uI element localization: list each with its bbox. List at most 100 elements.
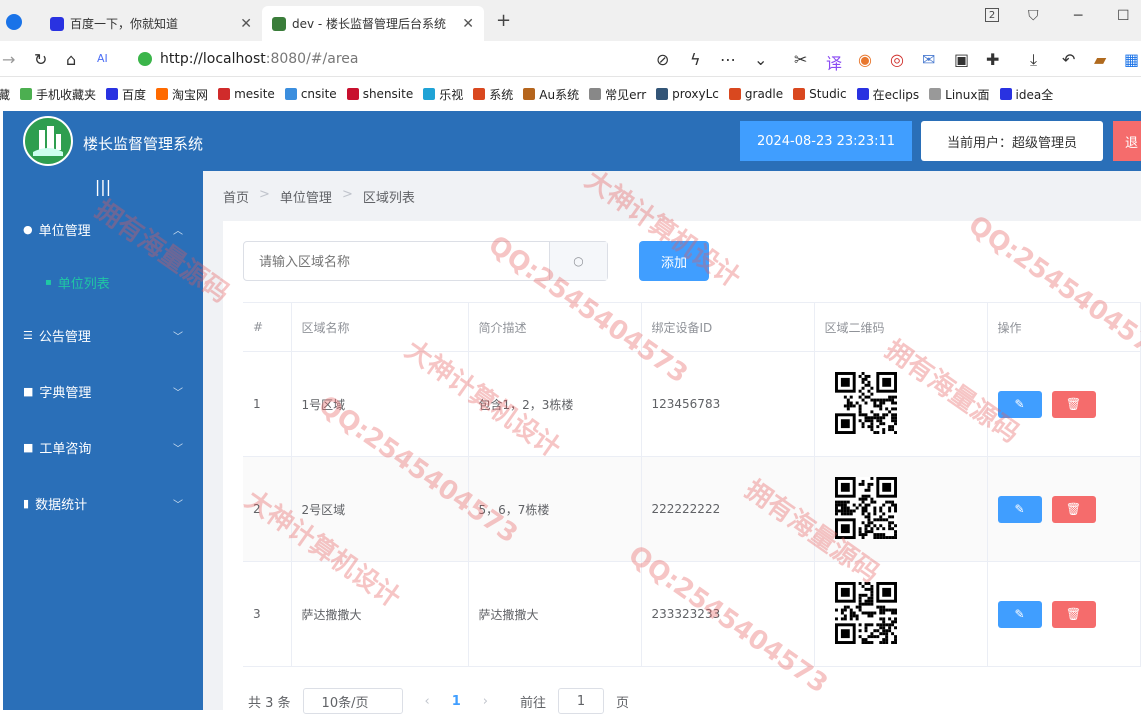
bookmark[interactable]: 淘宝网 [156,86,208,103]
weibo-icon[interactable]: ◎ [890,50,904,69]
bookmark[interactable]: idea全 [999,86,1053,103]
sidebar-subitem-unit-list[interactable]: ▪ 单位列表 [3,257,203,307]
sidebar-item-unit[interactable]: ● 单位管理 ︿ [3,201,203,257]
undo-icon[interactable]: ↶ [1062,50,1075,69]
bookmark[interactable]: 常见err [589,86,646,103]
page-size-select[interactable]: 10条/页 [302,688,403,714]
game-icon[interactable]: ◉ [858,50,872,69]
edit-icon: ✎ [1014,397,1025,411]
home-icon[interactable]: ⌂ [66,50,76,69]
sidebar-item-label: 公告管理 [38,329,91,345]
edit-button[interactable]: ✎ [997,390,1042,418]
current-page[interactable]: 1 [452,694,461,709]
close-icon[interactable]: ✕ [462,16,474,32]
delete-button[interactable]: 🗑 [1051,495,1096,523]
sidebar-subitem-label: 单位列表 [57,276,110,292]
tab-baidu[interactable]: 百度一下，你就知道 ✕ [40,6,262,41]
tab-count-badge[interactable]: 2 [985,8,999,22]
cell-name: 萨达撒撒大 [291,561,469,667]
extension-icon[interactable]: ✚ [986,50,999,69]
screenshot-icon[interactable]: ▣ [954,50,969,69]
datetime-display: 2024-08-23 23:23:11 [740,121,912,161]
page-suffix: 页 [616,695,630,711]
bookmark[interactable]: 在eclips [856,86,919,103]
compass-icon[interactable]: ⊘ [656,50,669,69]
grid-icon[interactable]: ▦ [1124,50,1139,69]
url-field[interactable]: http://localhost:8080/#/area [130,46,778,72]
cell-device: 123456783 [641,351,815,457]
maximize-icon[interactable]: ☐ [1117,8,1130,24]
bookmark[interactable]: 系统 [473,86,513,103]
sidebar: ||| ● 单位管理 ︿ ▪ 单位列表 ☰ 公告管理 ﹀ ■ 字典管理 ﹀ ■ … [3,171,203,710]
bookmark[interactable]: mesite [218,87,275,101]
shirt-icon[interactable]: ⛉ [1028,8,1039,24]
chevron-down-icon: ﹀ [173,443,183,455]
col-actions: 操作 [987,302,1141,352]
new-tab-button[interactable]: + [496,10,511,31]
system-title: 楼长监督管理系统 [83,135,204,153]
cell-desc: 5，6，7栋楼 [468,456,642,562]
bookmark[interactable]: Au系统 [523,86,579,103]
sidebar-item-stats[interactable]: ▮ 数据统计 ﹀ [3,475,203,531]
url-host: http://localhost [160,51,266,67]
chevron-down-icon: ﹀ [173,387,183,399]
goto-input[interactable]: 1 [558,688,605,714]
lightning-icon[interactable]: ϟ [690,50,701,69]
doc-icon: ▮ [23,496,30,510]
translate-icon[interactable]: 译 [826,50,842,74]
cell-qrcode [814,456,988,562]
cell-desc: 包含1，2，3栋楼 [468,351,642,457]
collapse-toggle[interactable]: ||| [3,171,203,201]
search-input[interactable] [244,242,549,280]
baidu-icon [50,16,64,31]
edit-button[interactable]: ✎ [997,495,1042,523]
bookmark[interactable]: cnsite [284,87,337,101]
add-button[interactable]: 添加 [639,241,709,281]
briefcase-icon[interactable]: ▰ [1094,50,1106,69]
search-button[interactable]: ○ [549,242,607,280]
ai-icon[interactable]: AI [97,52,108,65]
lock-icon: ■ [23,384,34,398]
scissors-icon[interactable]: ✂ [794,50,807,69]
breadcrumb-home[interactable]: 首页 [223,187,249,206]
table-header-row: # 区域名称 简介描述 绑定设备ID 区域二维码 操作 [243,302,1141,352]
prev-page-icon[interactable]: ‹ [425,694,430,709]
app-favicon-icon [272,16,286,31]
cell-qrcode [814,351,988,457]
delete-button[interactable]: 🗑 [1051,600,1096,628]
bookmark[interactable]: 藏 [0,86,10,103]
mail-icon[interactable]: ✉ [922,50,935,69]
tab-title: 百度一下，你就知道 [70,17,179,31]
bookmark[interactable]: 手机收藏夹 [20,86,96,103]
reload-icon[interactable]: ↻ [34,50,47,69]
minimize-icon[interactable]: ─ [1074,8,1082,24]
bookmark[interactable]: shensite [346,87,413,101]
browser-logo-icon [6,14,22,30]
download-icon[interactable]: ⤓ [1030,50,1037,70]
table-row: 3 萨达撒撒大 萨达撒撒大 233323233 ✎ 🗑 [243,561,1141,667]
bookmark[interactable]: 百度 [106,86,146,103]
address-bar: → ↻ ⌂ AI http://localhost:8080/#/area ⊘ … [0,41,1141,77]
edit-button[interactable]: ✎ [997,600,1042,628]
logout-button[interactable]: 退 [1113,121,1141,161]
sidebar-item-label: 单位管理 [38,223,91,239]
bookmark[interactable]: proxyLc [656,87,719,101]
chevron-down-icon[interactable]: ⌄ [754,50,767,69]
bookmark[interactable]: gradle [728,87,783,101]
bookmark[interactable]: 乐视 [423,86,463,103]
url-rest: :8080/#/area [265,51,359,67]
cell-index: 2 [243,456,292,562]
forward-icon[interactable]: → [2,50,15,69]
next-page-icon[interactable]: › [483,694,488,709]
cell-device: 233323233 [641,561,815,667]
more-icon[interactable]: ⋯ [720,50,736,69]
delete-button[interactable]: 🗑 [1051,390,1096,418]
sidebar-item-notice[interactable]: ☰ 公告管理 ﹀ [3,307,203,363]
sidebar-item-ticket[interactable]: ■ 工单咨询 ﹀ [3,419,203,475]
sidebar-item-dict[interactable]: ■ 字典管理 ﹀ [3,363,203,419]
close-icon[interactable]: ✕ [240,16,252,32]
col-device: 绑定设备ID [641,302,815,352]
bookmark[interactable]: Linux面 [929,86,990,103]
bookmark[interactable]: Studic [793,87,847,101]
tab-dev[interactable]: dev - 楼长监督管理后台系统 ✕ [262,6,484,41]
